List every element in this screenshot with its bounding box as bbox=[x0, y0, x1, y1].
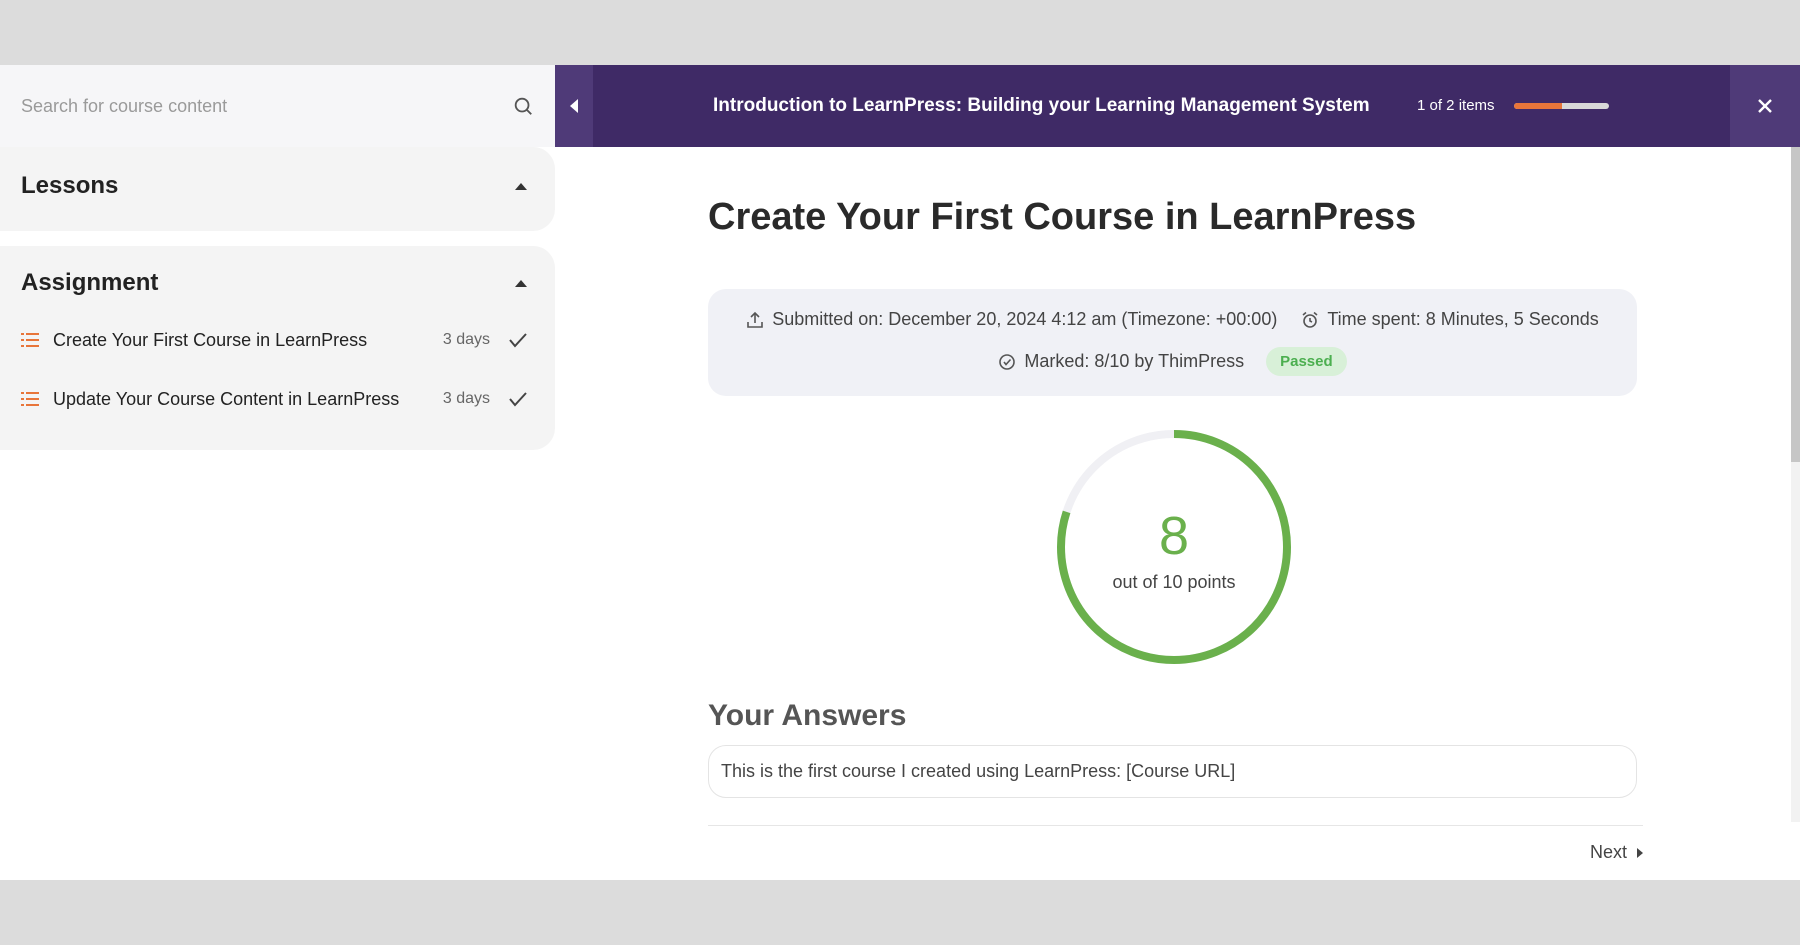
course-topbar: Introduction to LearnPress: Building you… bbox=[555, 65, 1800, 147]
course-search-bar bbox=[0, 65, 555, 147]
marked-by-text: Marked: 8/10 by ThimPress bbox=[1024, 351, 1245, 371]
assignment-item-label: Update Your Course Content in LearnPress bbox=[53, 388, 400, 409]
items-progress-text: 1 of 2 items bbox=[1417, 97, 1495, 114]
status-badge: Passed bbox=[1266, 347, 1347, 376]
check-circle-icon bbox=[999, 353, 1016, 370]
score-caption: out of 10 points bbox=[1112, 572, 1236, 592]
close-button[interactable] bbox=[1730, 65, 1800, 147]
marked-by: Marked: 8/10 by ThimPress bbox=[998, 351, 1244, 372]
section-lessons: Lessons bbox=[0, 147, 555, 231]
close-icon bbox=[1758, 99, 1772, 113]
score-value: 8 bbox=[1158, 506, 1190, 566]
section-lessons-header[interactable]: Lessons bbox=[21, 172, 527, 200]
assignment-item[interactable]: Update Your Course Content in LearnPress… bbox=[21, 384, 528, 414]
upload-icon bbox=[747, 311, 764, 328]
course-search-input[interactable] bbox=[21, 95, 512, 117]
section-assignment-header[interactable]: Assignment bbox=[21, 269, 527, 297]
chevron-right-icon bbox=[1637, 847, 1643, 858]
assignment-item[interactable]: Create Your First Course in LearnPress 3… bbox=[21, 325, 528, 355]
course-sidebar: Lessons Assignment Create Your First Cou… bbox=[0, 65, 555, 880]
time-spent: Time spent: 8 Minutes, 5 Seconds bbox=[1301, 309, 1599, 330]
answer-text: This is the first course I created using… bbox=[708, 745, 1637, 798]
scrollbar-thumb[interactable] bbox=[1791, 147, 1800, 462]
submitted-on-text: Submitted on: December 20, 2024 4:12 am … bbox=[772, 309, 1278, 329]
course-progress-bar bbox=[1514, 103, 1609, 109]
completed-check-icon bbox=[509, 333, 527, 348]
collapse-caret-icon[interactable] bbox=[515, 182, 527, 190]
divider bbox=[708, 825, 1643, 826]
answers-heading: Your Answers bbox=[708, 699, 907, 732]
collapse-caret-icon[interactable] bbox=[515, 279, 527, 287]
next-label: Next bbox=[1589, 842, 1627, 862]
course-title: Introduction to LearnPress: Building you… bbox=[713, 95, 1370, 116]
alarm-clock-icon bbox=[1302, 311, 1318, 328]
section-assignment: Assignment Create Your First Course in L… bbox=[0, 246, 555, 450]
assignment-main: Introduction to LearnPress: Building you… bbox=[555, 65, 1800, 880]
toggle-sidebar-button[interactable] bbox=[555, 65, 593, 147]
submitted-on: Submitted on: December 20, 2024 4:12 am … bbox=[746, 309, 1277, 330]
assignment-item-duration: 3 days bbox=[442, 331, 490, 348]
chevron-left-icon bbox=[570, 99, 578, 113]
assignment-title: Create Your First Course in LearnPress bbox=[708, 196, 1417, 238]
next-button[interactable]: Next bbox=[1590, 842, 1643, 863]
assignment-item-duration: 3 days bbox=[442, 390, 490, 407]
submission-info-box: Submitted on: December 20, 2024 4:12 am … bbox=[708, 289, 1637, 396]
section-title: Lessons bbox=[21, 172, 119, 199]
assignment-list-icon bbox=[21, 392, 39, 406]
content-scrollbar[interactable] bbox=[1791, 147, 1800, 822]
section-title: Assignment bbox=[21, 269, 159, 296]
assignment-list-icon bbox=[21, 333, 39, 347]
assignment-item-label: Create Your First Course in LearnPress bbox=[53, 329, 368, 350]
course-progress-fill bbox=[1514, 103, 1562, 109]
search-icon[interactable] bbox=[512, 95, 534, 117]
completed-check-icon bbox=[509, 392, 527, 407]
learning-app-window: Lessons Assignment Create Your First Cou… bbox=[0, 65, 1800, 880]
time-spent-text: Time spent: 8 Minutes, 5 Seconds bbox=[1327, 309, 1599, 329]
